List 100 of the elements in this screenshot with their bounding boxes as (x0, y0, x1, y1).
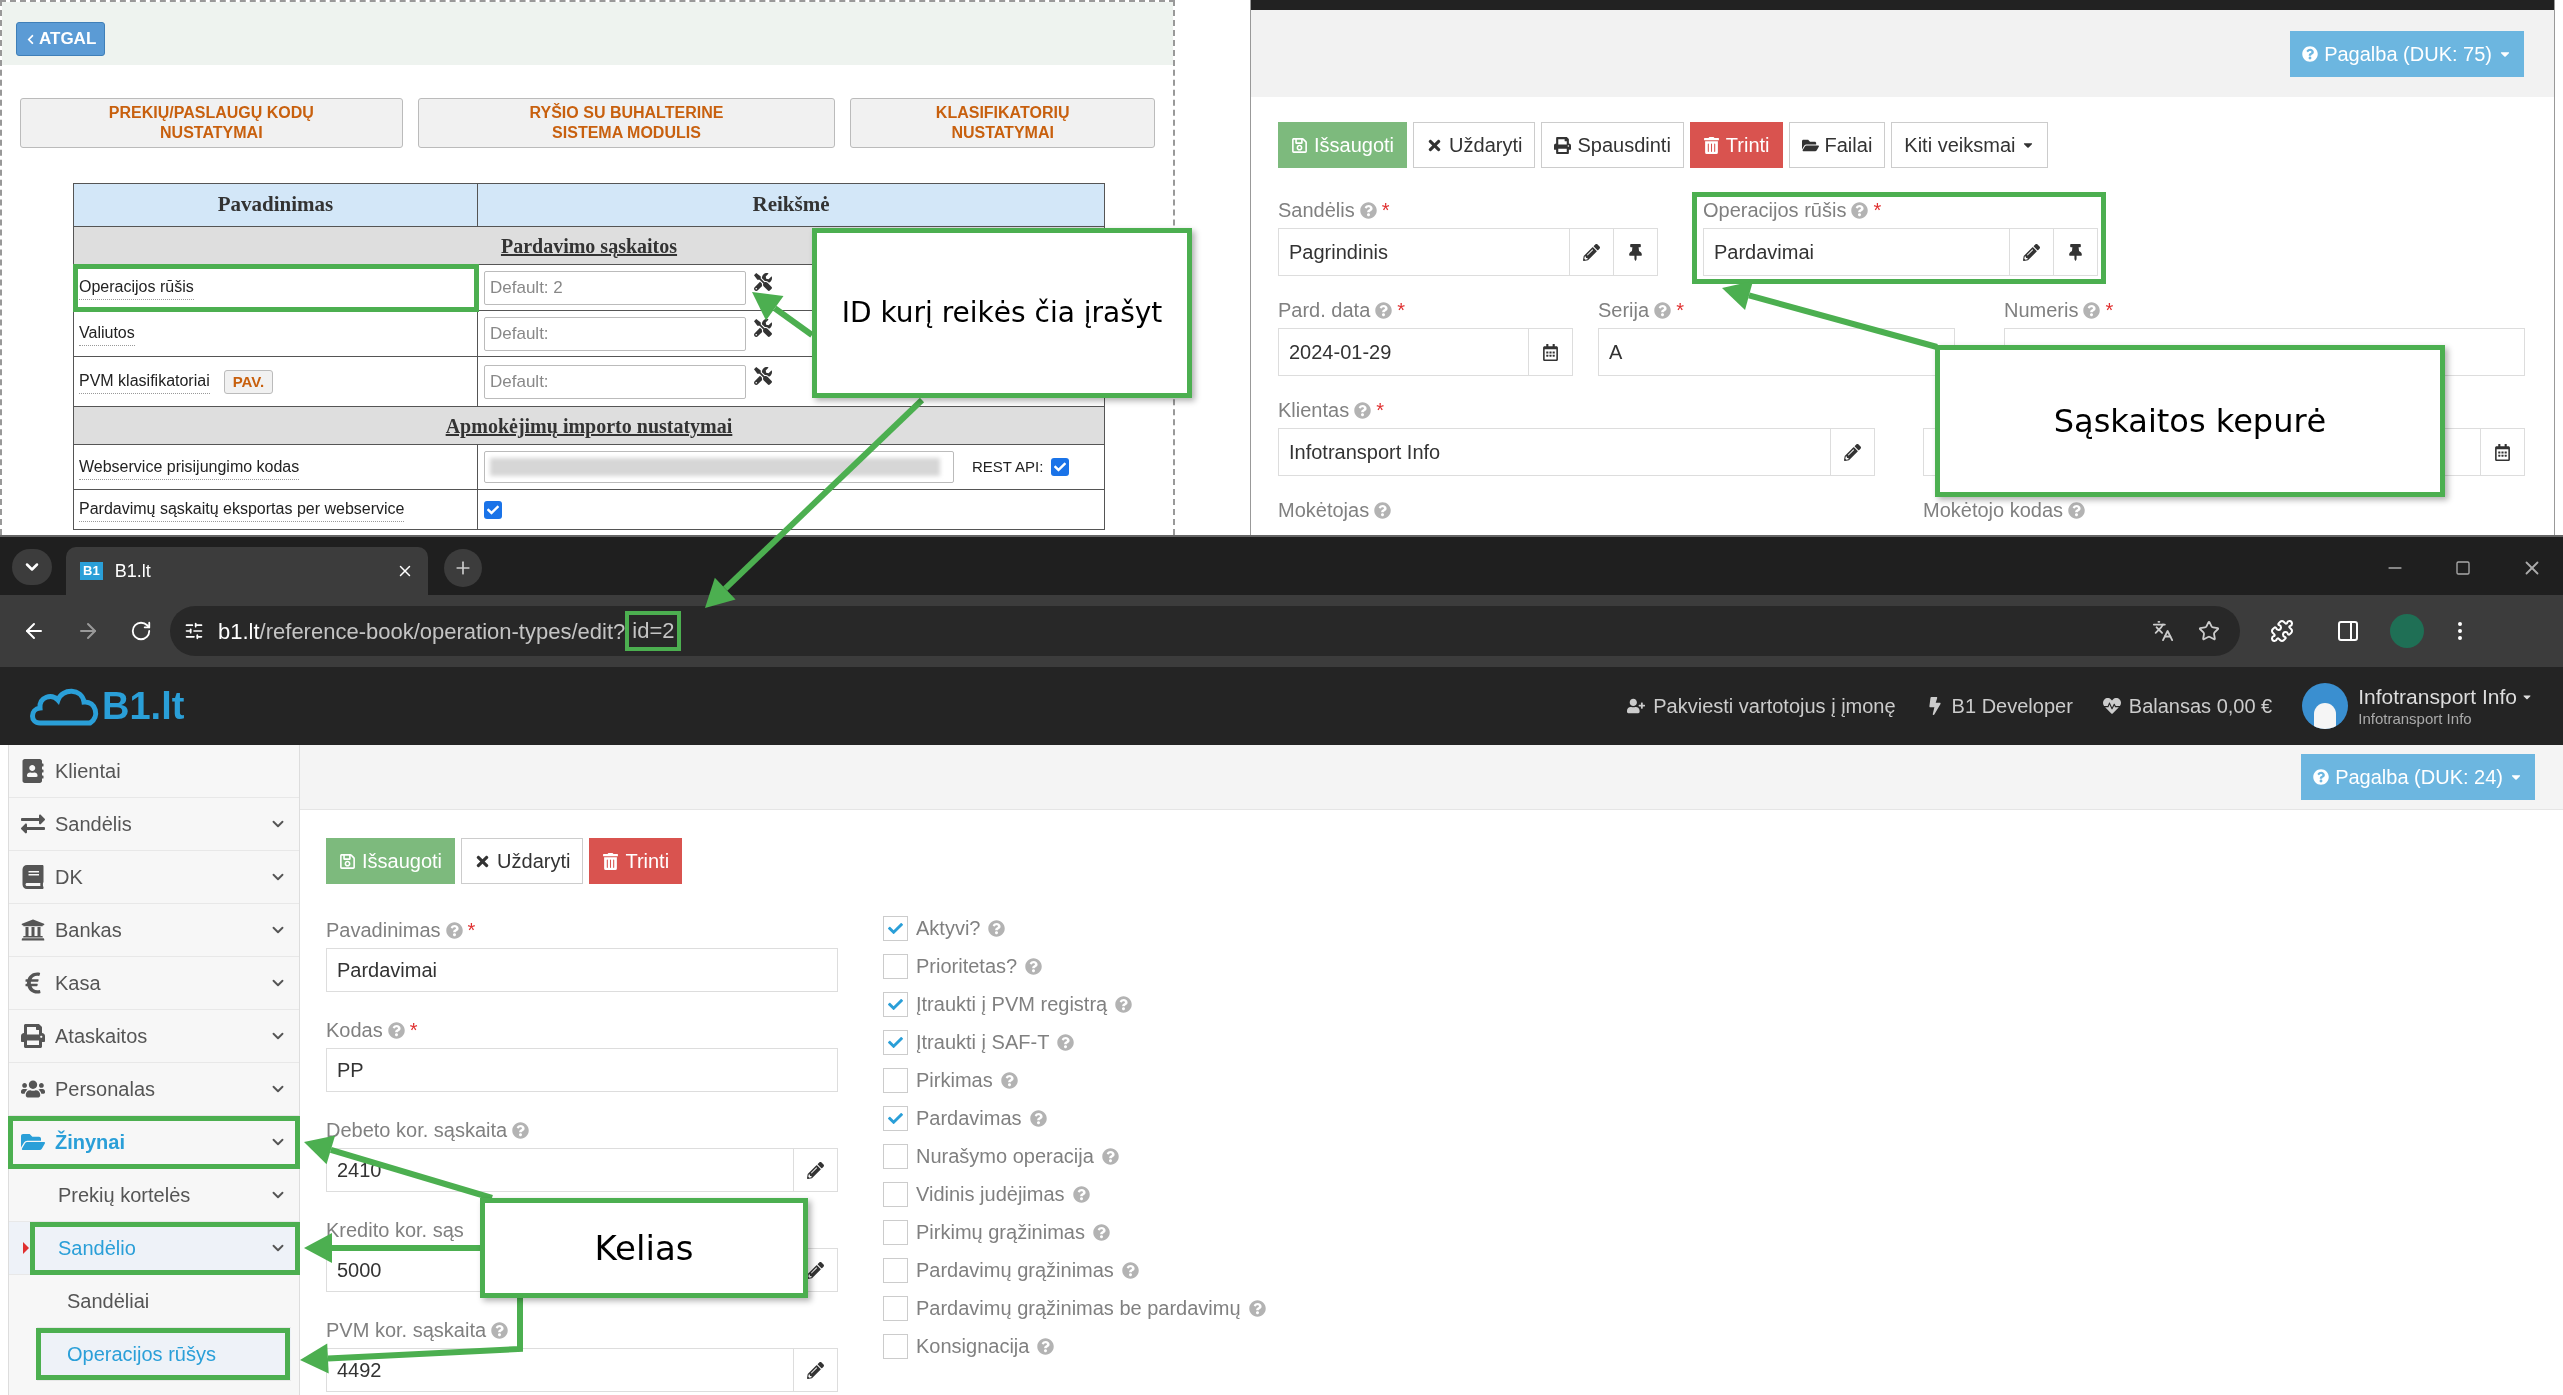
pin-icon (1627, 243, 1644, 261)
checkbox-label: Nurašymo operacija (916, 1144, 1094, 1169)
pin-button[interactable] (2054, 228, 2098, 276)
input-field[interactable]: 2024-01-29 (1278, 328, 1529, 376)
checkbox[interactable] (883, 915, 908, 941)
header-link[interactable]: Pakviesti vartotojus į įmonę (1627, 691, 1896, 721)
checkbox[interactable] (883, 1333, 908, 1359)
header-link[interactable]: Balansas 0,00 € (2102, 691, 2273, 721)
header-link[interactable]: B1 Developer (1925, 691, 2073, 721)
required-mark: * (1397, 298, 1406, 323)
checkbox[interactable] (883, 991, 908, 1017)
sidebar-item[interactable]: Personalas (9, 1063, 299, 1116)
checkbox[interactable] (883, 1181, 908, 1207)
checkbox[interactable] (484, 500, 502, 519)
required-mark: * (467, 918, 476, 943)
pin-button[interactable] (1614, 228, 1658, 276)
edit-button[interactable] (1831, 428, 1875, 476)
address-bar[interactable]: b1.lt/reference-book/operation-types/edit? id=2 (170, 606, 2240, 656)
extensions-icon[interactable] (2270, 619, 2294, 643)
checkbox[interactable] (883, 1257, 908, 1283)
edit-button[interactable] (2010, 228, 2054, 276)
help-icon (1359, 201, 1377, 219)
edit-button[interactable] (794, 1348, 838, 1392)
reload-icon[interactable] (130, 620, 152, 642)
input-field[interactable]: A (1598, 328, 1955, 376)
action-button[interactable]: Uždaryti (461, 838, 584, 884)
pencil-icon (2023, 243, 2040, 261)
badge-button[interactable]: PAV. (223, 369, 274, 394)
help-icon (1354, 401, 1372, 419)
checkbox[interactable] (883, 1295, 908, 1321)
sidebar-item[interactable]: Sandėlis (9, 798, 299, 851)
sidebar-item[interactable]: Ataskaitos (9, 1010, 299, 1063)
tab-title: B1.lt (114, 559, 152, 583)
callout-arrow (752, 292, 814, 338)
help-icon (1029, 1109, 1047, 1127)
check-icon (888, 1034, 903, 1050)
module-button[interactable]: PREKIŲ/PASLAUGŲ KODŲ NUSTATYMAI (20, 98, 403, 148)
checkbox[interactable] (883, 1105, 908, 1131)
help-icon (1092, 1223, 1110, 1241)
help-icon (1057, 1033, 1075, 1051)
check-icon (888, 996, 903, 1012)
input-field[interactable]: 4492 (326, 1348, 794, 1392)
checkbox-label: Pardavimas (916, 1106, 1022, 1131)
input-field[interactable]: Default: (484, 316, 746, 351)
module-button[interactable]: RYŠIO SU BUHALTERINE SISTEMA MODULIS (417, 98, 836, 148)
sidebar-item[interactable]: Bankas (9, 904, 299, 957)
favicon: B1 (80, 562, 103, 580)
input-field[interactable]: Pardavimai (1703, 228, 2010, 276)
module-button[interactable]: KLASIFIKATORIŲ NUSTATYMAI (850, 98, 1155, 148)
sidebar-item[interactable]: DK (9, 851, 299, 904)
action-button[interactable]: Spausdinti (1541, 122, 1684, 168)
checkbox[interactable] (883, 1067, 908, 1093)
action-button[interactable]: Trinti (589, 838, 683, 884)
sidebar-item[interactable]: Sandėliai (37, 1275, 291, 1328)
action-button[interactable]: Failai (1788, 122, 1886, 168)
help-icon (1851, 201, 1869, 219)
input-field[interactable]: Infotransport Info (1278, 428, 1831, 476)
field-label: Kodas (326, 1018, 383, 1043)
edit-button[interactable] (1570, 228, 1614, 276)
input-field[interactable] (484, 451, 954, 483)
browser-tab[interactable]: B1 B1.lt (66, 547, 428, 595)
maximize-icon[interactable] (2455, 560, 2471, 576)
user-name: Infotransport Info (2358, 683, 2517, 710)
check-icon (888, 920, 903, 936)
star-icon[interactable] (2198, 620, 2220, 642)
input-field[interactable]: PP (326, 1048, 838, 1092)
bank-icon (21, 918, 45, 942)
checkbox[interactable] (883, 1029, 908, 1055)
input-field[interactable]: Default: 2 (484, 270, 746, 305)
new-tab-button[interactable] (444, 549, 482, 587)
tab-list-button[interactable] (12, 549, 52, 585)
input-field[interactable]: Default: (484, 364, 746, 399)
action-button[interactable]: Uždaryti (1413, 122, 1536, 168)
chevron-left-icon (25, 33, 36, 45)
pencil-icon (807, 1361, 824, 1379)
sidebar-item[interactable]: Prekių kortelės (9, 1169, 299, 1222)
checkbox-label: Įtraukti į PVM registrą (916, 992, 1108, 1017)
side-panel-icon[interactable] (2336, 619, 2360, 643)
sidebar-item[interactable]: Kasa (9, 957, 299, 1010)
input-field[interactable]: Pagrindinis (1278, 228, 1570, 276)
save-icon (1291, 136, 1308, 154)
field-label: Klientas (1278, 398, 1350, 423)
translate-icon[interactable] (2152, 620, 2174, 642)
checkbox[interactable] (1051, 458, 1070, 476)
action-button[interactable]: Trinti (1689, 122, 1783, 168)
field-label: Numeris (2004, 298, 2079, 323)
calendar-button[interactable] (2481, 428, 2525, 476)
edit-button[interactable] (794, 1148, 838, 1192)
url-query: id=2 (625, 611, 682, 651)
checkbox[interactable] (883, 953, 908, 979)
checkbox-label: Vidinis judėjimas (916, 1182, 1065, 1207)
action-button[interactable]: Kiti veiksmai (1891, 122, 2049, 168)
calendar-button[interactable] (1529, 328, 1573, 376)
input-field[interactable]: Pardavimai (326, 948, 838, 992)
setting-name: PVM klasifikatoriai (79, 369, 210, 394)
checkbox[interactable] (883, 1143, 908, 1169)
checkbox[interactable] (883, 1219, 908, 1245)
sidebar-item[interactable]: Klientai (9, 745, 299, 798)
help-icon (445, 921, 463, 939)
user-company: Infotransport Info (2358, 709, 2473, 729)
